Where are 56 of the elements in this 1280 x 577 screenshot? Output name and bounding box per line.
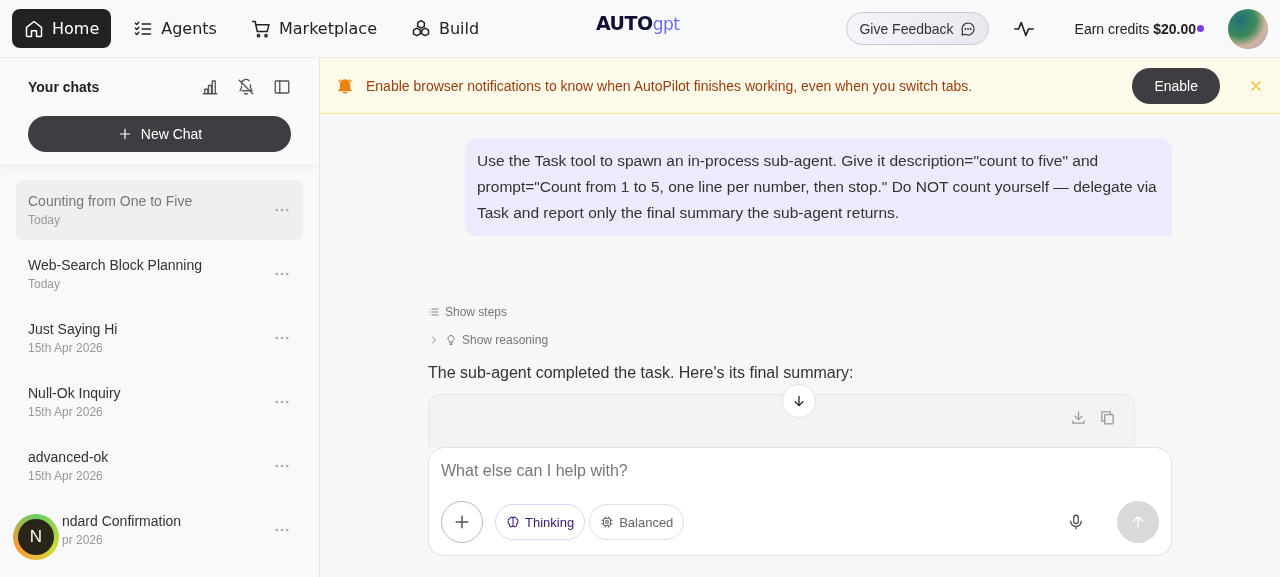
user-message: Use the Task tool to spawn an in-process sub-agent. Give it description="count to five" and prompt="Count from 1 to 5, one line per number, then stop." Do NOT count yourself — delegate via Task and report only the final summary the sub-agent returns. — [465, 138, 1172, 236]
chat-bubble-icon — [959, 20, 976, 37]
chat-date: Today — [28, 213, 62, 227]
chat-date: Today — [28, 277, 62, 291]
credits-link[interactable]: Earn credits $20.00 — [1074, 20, 1196, 37]
avatar[interactable] — [1228, 8, 1268, 49]
copy-icon[interactable] — [1099, 409, 1116, 426]
download-icon[interactable] — [1070, 409, 1087, 426]
chat-date: 15th Apr 2026 — [28, 469, 104, 483]
brain-icon — [506, 515, 520, 529]
home-icon — [24, 18, 44, 39]
nav-tab[interactable]: Home — [12, 9, 112, 48]
chat-date: 15th Apr 2026 — [28, 341, 104, 355]
chat-title: Null-Ok Inquiry — [28, 385, 122, 401]
arrow-down-icon — [791, 393, 807, 409]
chat-date: 15th Apr 2026 — [28, 405, 104, 419]
cart-icon — [250, 18, 271, 39]
show-steps-link[interactable]: Show steps — [445, 305, 508, 319]
microphone-icon[interactable] — [1067, 513, 1085, 531]
enable-button[interactable]: Enable — [1132, 67, 1220, 104]
chat-title: Counting from One to Five — [28, 193, 194, 209]
chat-title: advanced-ok — [28, 449, 110, 465]
chat-title: Web-Search Block Planning — [28, 257, 204, 273]
chat-title: ndard Confirmation — [62, 513, 183, 529]
banner-text: Enable browser notifications to know when AutoPilot finishes working, even when you switch tabs. — [366, 77, 974, 94]
notification-dot — [1197, 24, 1204, 32]
chat-item[interactable]: advanced-ok 15th Apr 2026 — [16, 436, 303, 496]
sidebar-toggle-icon[interactable] — [273, 78, 291, 96]
nav-tab[interactable]: Marketplace — [238, 9, 389, 48]
attach-button[interactable] — [441, 501, 483, 543]
chat-title: Just Saying Hi — [28, 321, 119, 337]
chat-date: pr 2026 — [62, 533, 104, 547]
user-badge[interactable]: N — [13, 514, 59, 560]
sidebar-title: Your chats — [28, 79, 101, 95]
chat-item[interactable]: Just Saying Hi 15th Apr 2026 — [16, 308, 303, 368]
chat-item[interactable]: ndard Confirmation pr 2026 — [62, 500, 303, 560]
chat-item[interactable]: Null-Ok Inquiry 15th Apr 2026 — [16, 372, 303, 432]
chat-item[interactable]: Counting from One to Five Today — [16, 180, 303, 240]
chip-icon — [600, 515, 615, 529]
assistant-message: The sub-agent completed the task. Here's its final summary: — [428, 364, 855, 382]
chat-item[interactable]: Web-Search Block Planning Today — [16, 244, 303, 304]
bar-chart-icon[interactable] — [201, 78, 219, 96]
logo[interactable]: AUTOgpt — [596, 12, 680, 34]
send-button[interactable] — [1117, 501, 1159, 543]
mode-toggle[interactable]: Balanced — [589, 504, 685, 540]
nav-tab[interactable]: Agents — [121, 9, 229, 48]
scroll-down-button[interactable] — [782, 384, 816, 418]
bell-icon — [336, 76, 354, 95]
cubes-icon — [411, 18, 431, 39]
feedback-button[interactable]: Give Feedback — [846, 12, 989, 45]
bell-off-icon[interactable] — [237, 78, 255, 96]
nav-tab[interactable]: Build — [399, 9, 492, 48]
lightbulb-icon — [445, 334, 457, 346]
show-reasoning-link[interactable]: Show reasoning — [462, 333, 549, 347]
new-chat-button[interactable]: New Chat — [28, 116, 291, 152]
mode-toggle[interactable]: Thinking — [495, 504, 586, 540]
